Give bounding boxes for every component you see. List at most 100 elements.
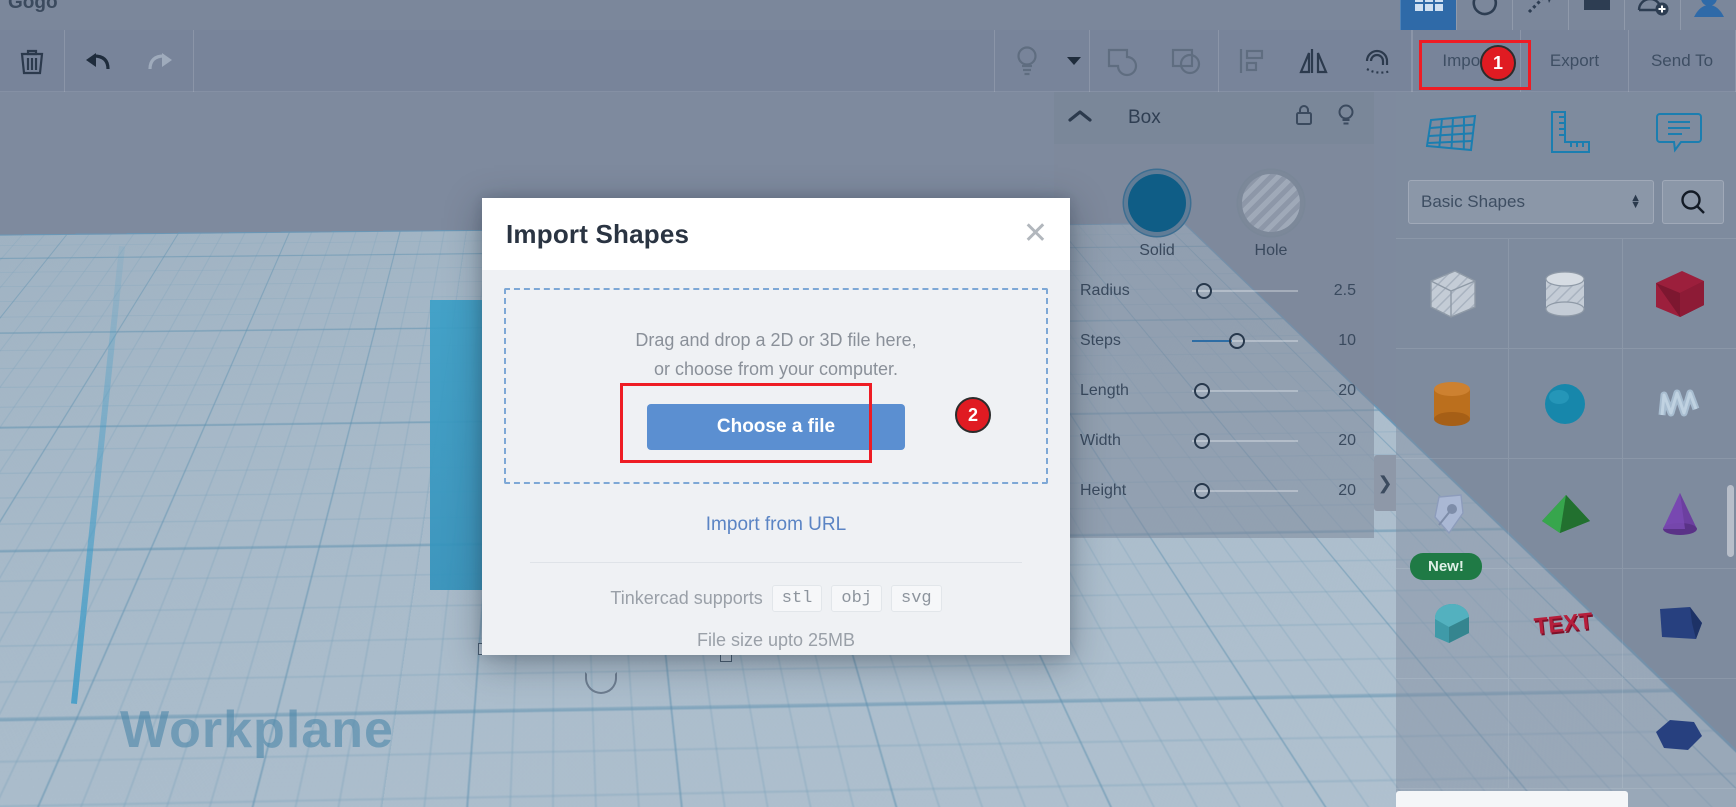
chevron-up-icon[interactable] (1068, 109, 1092, 128)
width-slider[interactable] (1192, 431, 1304, 451)
steps-value[interactable]: 10 (1304, 332, 1356, 350)
grid-view-tab[interactable] (1400, 0, 1456, 30)
delete-button[interactable] (0, 30, 64, 92)
main-toolbar: Import Export Send To (0, 29, 1736, 92)
material-swatch-row: Solid Hole (1054, 162, 1374, 266)
workplane-label: Workplane (120, 701, 394, 759)
annotation-badge-2: 2 (955, 397, 991, 433)
add-shape-tab[interactable] (1624, 0, 1680, 30)
dropzone-line-2: or choose from your computer. (653, 359, 899, 379)
dropzone-line-1: Drag and drop a 2D or 3D file here, (635, 330, 917, 350)
toolbar-separator (193, 29, 194, 92)
collapse-panel-handle[interactable]: ❯ (1374, 455, 1396, 511)
shapes-library-panel: Basic Shapes ▲ ▼ New! TEXT TEXT (1396, 92, 1736, 807)
radius-value[interactable]: 2.5 (1304, 282, 1356, 300)
title-bar: Gogo (0, 0, 1736, 30)
group-button[interactable] (1090, 30, 1154, 92)
dialog-body: Drag and drop a 2D or 3D file here, or c… (482, 270, 1070, 651)
lightbulb-icon[interactable] (1336, 103, 1356, 134)
top-tab-strip (1400, 0, 1736, 30)
radius-label: Radius (1080, 282, 1130, 299)
height-slider[interactable] (1192, 481, 1304, 501)
tinkercad-app: Workplane Gogo Import Export Send To Box… (0, 0, 1736, 807)
slider-knob[interactable] (1194, 483, 1211, 499)
length-value[interactable]: 20 (1304, 382, 1356, 400)
file-dropzone[interactable]: Drag and drop a 2D or 3D file here, or c… (504, 288, 1048, 484)
slider-knob[interactable] (1228, 333, 1245, 349)
document-title: Gogo (8, 0, 58, 13)
dialog-header: Import Shapes ✕ (482, 198, 1070, 270)
steps-slider[interactable] (1192, 331, 1304, 351)
format-chip-stl: stl (771, 585, 823, 612)
format-chip-obj: obj (831, 585, 882, 612)
shapes-tab[interactable] (1396, 92, 1509, 172)
circuits-tab[interactable] (1456, 0, 1512, 30)
ruler-tab[interactable] (1509, 92, 1622, 172)
dialog-divider (530, 562, 1022, 563)
shape-box-hole[interactable] (1396, 239, 1510, 349)
spinner-updown-icon[interactable]: ▲ ▼ (1630, 193, 1641, 211)
import-from-url-link[interactable]: Import from URL (504, 514, 1048, 536)
length-slider[interactable] (1192, 381, 1304, 401)
ungroup-button[interactable] (1154, 30, 1218, 92)
shape-category-select[interactable]: Basic Shapes ▲ ▼ (1408, 180, 1654, 224)
choose-a-file-button[interactable]: Choose a file (647, 404, 905, 450)
shape-polygon-new[interactable]: New! (1396, 459, 1510, 580)
solid-color-dot (1128, 174, 1186, 232)
height-label: Height (1080, 482, 1127, 499)
undo-button[interactable] (65, 30, 129, 92)
codeblocks-tab[interactable] (1512, 0, 1568, 30)
lock-icon[interactable] (1294, 103, 1314, 134)
shape-box-red[interactable] (1622, 239, 1736, 349)
magnet-snap-button[interactable] (1347, 30, 1411, 92)
solid-swatch[interactable]: Solid (1128, 174, 1186, 260)
notes-tab[interactable] (1623, 92, 1736, 172)
solid-swatch-label: Solid (1139, 242, 1175, 259)
property-row-width: Width 20 (1054, 416, 1374, 466)
library-scrollbar[interactable] (1727, 485, 1734, 557)
shape-extra-2[interactable] (1509, 679, 1623, 789)
shape-extra-1[interactable] (1396, 679, 1510, 789)
slider-knob[interactable] (1196, 283, 1213, 299)
shape-scribble[interactable] (1622, 349, 1736, 459)
slider-knob[interactable] (1194, 383, 1211, 399)
library-search-button[interactable] (1662, 180, 1724, 224)
light-button[interactable] (995, 30, 1059, 92)
shape-pyramid[interactable] (1509, 459, 1623, 569)
properties-panel-body: Solid Hole Radius 2.5 Steps 10 Length 20… (1054, 144, 1374, 538)
send-to-button[interactable]: Send To (1628, 29, 1736, 92)
radius-slider[interactable] (1192, 281, 1304, 301)
shape-wedge[interactable] (1622, 569, 1736, 679)
shape-cone[interactable] (1622, 459, 1736, 569)
slider-fill (1192, 340, 1233, 342)
width-value[interactable]: 20 (1304, 432, 1356, 450)
export-button[interactable]: Export (1520, 29, 1628, 92)
library-search-row: Basic Shapes ▲ ▼ (1396, 172, 1736, 238)
slider-knob[interactable] (1194, 433, 1211, 449)
shape-cylinder-hole[interactable] (1509, 239, 1623, 349)
shape-cylinder[interactable] (1396, 349, 1510, 459)
slab-tab[interactable] (1568, 0, 1624, 30)
library-bottom-strip (1396, 791, 1628, 807)
shape-sphere[interactable] (1509, 349, 1623, 459)
hole-swatch[interactable]: Hole (1242, 174, 1300, 260)
shape-hexagon[interactable] (1622, 679, 1736, 789)
mirror-button[interactable] (1283, 30, 1347, 92)
hole-swatch-label: Hole (1254, 242, 1288, 259)
shape-category-value: Basic Shapes (1421, 192, 1525, 211)
hole-pattern-dot (1242, 174, 1300, 232)
align-button[interactable] (1219, 30, 1283, 92)
redo-button[interactable] (129, 30, 193, 92)
account-tab[interactable] (1680, 0, 1736, 30)
shape-properties-panel: Box Solid Hole Radius 2.5 Steps 10 Lengt… (1054, 92, 1374, 538)
height-value[interactable]: 20 (1304, 482, 1356, 500)
supported-formats-row: Tinkercad supports stl obj svg (504, 585, 1048, 612)
close-icon[interactable]: ✕ (1023, 219, 1048, 249)
light-dropdown[interactable] (1059, 30, 1089, 92)
property-row-height: Height 20 (1054, 466, 1374, 516)
annotation-badge-1: 1 (1480, 45, 1516, 81)
library-tab-row (1396, 92, 1736, 172)
shape-text[interactable]: TEXT TEXT (1509, 569, 1623, 679)
shape-roof[interactable] (1396, 569, 1510, 679)
steps-label: Steps (1080, 332, 1121, 349)
